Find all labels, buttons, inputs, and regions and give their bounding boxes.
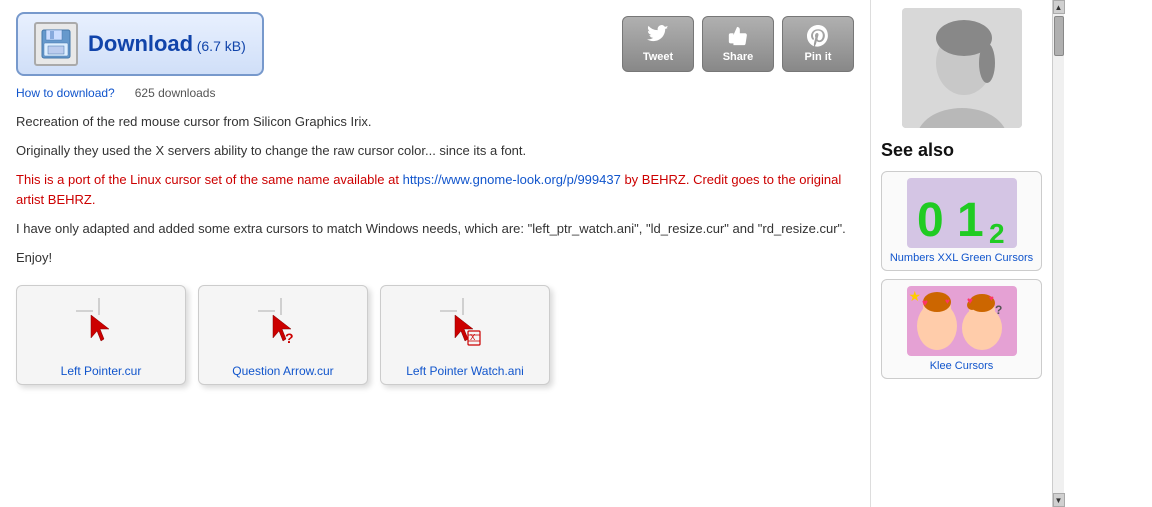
share-button[interactable]: Share [702,16,774,72]
description: Recreation of the red mouse cursor from … [16,112,854,269]
svg-text:?: ? [285,330,294,346]
cursor-label-left-pointer: Left Pointer.cur [61,360,142,384]
svg-text:♥: ♥ [922,298,928,309]
desc-line3: This is a port of the Linux cursor set o… [16,170,854,212]
cursors-row: Left Pointer.cur ? Question Arrow.cur [16,285,854,385]
twitter-icon [647,25,669,47]
svg-text:♥: ♥ [967,296,973,307]
scroll-thumb[interactable] [1054,16,1064,56]
download-meta: How to download? 625 downloads [16,86,854,100]
svg-text:♥: ♥ [989,294,994,303]
svg-text:X: X [470,333,476,342]
desc-line4: I have only adapted and added some extra… [16,219,854,240]
desc-line1: Recreation of the red mouse cursor from … [16,112,854,133]
cursor-card-left-pointer[interactable]: Left Pointer.cur [16,285,186,385]
tweet-label: Tweet [643,51,673,63]
downloads-count: 625 downloads [135,86,216,100]
top-bar: Download (6.7 kB) Tweet Share [16,12,854,76]
numbers-card-label: Numbers XXL Green Cursors [890,252,1033,264]
how-to-link[interactable]: How to download? [16,86,115,100]
profile-avatar [902,8,1022,128]
cursor-label-question-arrow: Question Arrow.cur [232,360,333,384]
tweet-button[interactable]: Tweet [622,16,694,72]
share-label: Share [723,51,754,63]
pin-button[interactable]: Pin it [782,16,854,72]
cursor-label-left-pointer-watch: Left Pointer Watch.ani [406,360,524,384]
thumbsup-icon [727,25,749,47]
profile-area [881,8,1042,128]
svg-text:2: 2 [989,218,1005,248]
klee-card-image: ★ ♥ ♥ ♥ ♥ ? [907,286,1017,356]
scroll-down-arrow[interactable]: ▼ [1053,493,1065,507]
right-scrollbar: ▲ ▼ [1052,0,1064,507]
desc-line3-red: This is a port of the Linux cursor set o… [16,172,403,187]
download-text: Download (6.7 kB) [88,31,246,57]
cursor-preview-question-arrow: ? [199,286,367,360]
cursor-card-left-pointer-watch[interactable]: X Left Pointer Watch.ani [380,285,550,385]
star-icon: ★ [909,288,922,305]
see-also-card-numbers[interactable]: 0 1 2 Numbers XXL Green Cursors [881,171,1042,271]
svg-text:1: 1 [957,194,984,247]
numbers-card-image: 0 1 2 [907,178,1017,248]
main-content: Download (6.7 kB) Tweet Share [0,0,870,507]
download-size: (6.7 kB) [197,38,246,54]
sidebar: See also 0 1 2 Numbers XXL Green Cursors… [870,0,1052,507]
scroll-up-arrow[interactable]: ▲ [1053,0,1065,14]
cursor-preview-left-pointer [17,286,185,360]
cursor-card-question-arrow[interactable]: ? Question Arrow.cur [198,285,368,385]
desc-line2: Originally they used the X servers abili… [16,141,854,162]
klee-card-label: Klee Cursors [930,360,994,372]
cursor-preview-left-pointer-watch: X [381,286,549,360]
svg-text:?: ? [995,303,1002,317]
svg-text:0: 0 [917,194,944,247]
pinterest-icon [807,25,829,47]
download-button[interactable]: Download (6.7 kB) [16,12,264,76]
download-label: Download [88,31,193,56]
svg-text:♥: ♥ [945,297,950,306]
enjoy-text: Enjoy! [16,248,854,269]
see-also-card-klee[interactable]: ★ ♥ ♥ ♥ ♥ ? [881,279,1042,379]
pin-label: Pin it [805,51,832,63]
download-icon [34,22,78,66]
gnome-link[interactable]: https://www.gnome-look.org/p/999437 [403,172,621,187]
social-buttons: Tweet Share Pin it [622,16,854,72]
see-also-title: See also [881,140,1042,161]
